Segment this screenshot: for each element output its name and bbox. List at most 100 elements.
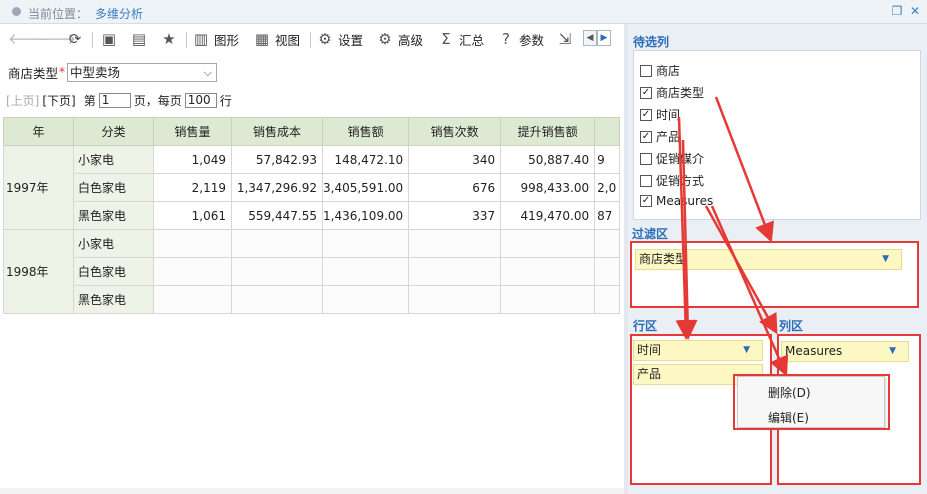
- column-option-time[interactable]: ✓ 时间: [640, 106, 680, 123]
- category-cell: 白色家电: [73, 257, 154, 286]
- table-cell: [594, 229, 621, 258]
- table-cell: 2,0: [594, 173, 621, 202]
- refresh-icon: ⟳: [68, 30, 82, 48]
- column-option-product[interactable]: ✓ 产品: [640, 128, 680, 145]
- breadcrumb-current[interactable]: 多维分析: [95, 5, 143, 22]
- checkbox-checked-icon[interactable]: ✓: [640, 195, 652, 207]
- settings-button[interactable]: ⚙ 设置: [316, 28, 363, 50]
- chart-label: 图形: [214, 32, 240, 48]
- advanced-label: 高级: [398, 32, 424, 48]
- table-cell: [231, 257, 323, 286]
- category-cell: 黑色家电: [73, 285, 154, 314]
- params-button[interactable]: ? 参数: [497, 28, 544, 50]
- settings-label: 设置: [338, 32, 364, 48]
- dropdown-triangle-icon[interactable]: ▼: [882, 250, 889, 269]
- table-cell: [321, 257, 410, 286]
- table-cell: [153, 257, 232, 286]
- column-field-measures[interactable]: Measures ▼: [781, 341, 909, 362]
- sigma-icon: Σ: [441, 30, 451, 48]
- table-row: 黑色家电 1,061 559,447.55 1,436,109.00 337 4…: [4, 201, 621, 230]
- pager: [上页] [下页] 第 1 页，每页 100 行: [6, 92, 232, 109]
- column-option-measures[interactable]: ✓ Measures: [640, 194, 713, 208]
- column-option-label: 促销媒介: [656, 152, 705, 166]
- table-cell: 559,447.55: [231, 201, 323, 230]
- view-icon: ▦: [254, 30, 270, 48]
- more-button[interactable]: ⇲: [556, 28, 578, 50]
- location-dot-icon: [12, 7, 21, 16]
- horizontal-scrollbar[interactable]: [0, 488, 624, 494]
- params-label: 参数: [519, 32, 545, 48]
- column-option-label: 促销方式: [656, 174, 705, 188]
- column-option-promo-media[interactable]: 促销媒介: [640, 150, 704, 167]
- table-row: 1997年 小家电 1,049 57,842.93 148,472.10 340…: [3, 145, 621, 230]
- column-option-promo-type[interactable]: 促销方式: [640, 172, 704, 189]
- restore-icon[interactable]: ❐: [890, 4, 904, 18]
- store-type-select[interactable]: 中型卖场 ⌵: [67, 62, 218, 82]
- arrow-right-icon: 🡒: [36, 30, 77, 48]
- filter-label: 商店类型: [8, 65, 59, 81]
- page-size-input[interactable]: 100: [184, 93, 217, 108]
- checkbox-unchecked-icon[interactable]: [640, 152, 652, 165]
- column-header[interactable]: 销售量: [153, 117, 232, 146]
- summary-button[interactable]: Σ 汇总: [437, 28, 484, 50]
- favorite-button[interactable]: ★: [160, 28, 182, 50]
- table-cell: 2,119: [153, 173, 232, 202]
- checkbox-unchecked-icon[interactable]: [640, 64, 652, 77]
- save-as-button[interactable]: ▤: [130, 28, 152, 50]
- column-header[interactable]: 销售额: [321, 117, 410, 146]
- column-header[interactable]: 销售成本: [231, 117, 323, 146]
- view-button[interactable]: ▦ 视图: [253, 28, 300, 50]
- table-cell: [231, 285, 323, 314]
- column-header[interactable]: 年: [3, 117, 74, 146]
- column-header[interactable]: 提升销售额: [500, 117, 596, 146]
- page-input[interactable]: 1: [98, 93, 131, 108]
- filter-zone-title: 过滤区: [632, 227, 669, 241]
- dropdown-triangle-icon[interactable]: ▼: [889, 342, 896, 361]
- table-cell: 1,436,109.00: [321, 201, 410, 230]
- scroll-right-button[interactable]: ▶: [597, 30, 611, 46]
- required-mark: *: [59, 65, 66, 79]
- table-cell: 57,842.93: [231, 145, 323, 174]
- checkbox-unchecked-icon[interactable]: [640, 174, 652, 187]
- dropdown-triangle-icon[interactable]: ▼: [743, 341, 750, 360]
- chevron-down-icon: ⌵: [203, 65, 213, 79]
- checkbox-checked-icon[interactable]: ✓: [640, 108, 652, 121]
- table-header-row: 年 分类 销售量 销售成本 销售额 销售次数 提升销售额: [3, 117, 621, 146]
- checkbox-checked-icon[interactable]: ✓: [640, 86, 652, 99]
- breadcrumb-bar: 当前位置： 多维分析 ❐ ✕: [0, 0, 927, 24]
- close-icon[interactable]: ✕: [908, 4, 922, 18]
- filter-field-store-type[interactable]: 商店类型 ▼: [635, 249, 902, 270]
- column-header[interactable]: 销售次数: [408, 117, 502, 146]
- column-header[interactable]: 分类: [73, 117, 154, 146]
- advanced-button[interactable]: ⚙ 高级: [376, 28, 423, 50]
- refresh-button[interactable]: ⟳: [66, 28, 88, 50]
- save-button[interactable]: ▣: [100, 28, 122, 50]
- table-cell: 676: [408, 173, 502, 202]
- table-cell: 998,433.00: [500, 173, 596, 202]
- page-suffix: 页，每页: [133, 94, 182, 108]
- table-cell: [321, 285, 410, 314]
- forward-button[interactable]: 🡒: [36, 28, 77, 50]
- column-option-store-type[interactable]: ✓ 商店类型: [640, 84, 704, 101]
- bar-chart-icon: ▥: [193, 30, 209, 48]
- column-option-store[interactable]: 商店: [640, 62, 680, 79]
- table-cell: [408, 285, 502, 314]
- next-page-link[interactable]: [下页]: [42, 92, 75, 109]
- column-header[interactable]: [594, 117, 621, 146]
- row-zone-title: 行区: [633, 319, 658, 333]
- table-cell: 1,061: [153, 201, 232, 230]
- table-row: 白色家电 2,119 1,347,296.92 3,405,591.00 676…: [4, 173, 621, 202]
- chart-button[interactable]: ▥ 图形: [192, 28, 239, 50]
- back-button[interactable]: 🡐: [8, 28, 49, 50]
- table-cell: 87: [594, 201, 621, 230]
- summary-label: 汇总: [459, 32, 485, 48]
- year-cell: 1998年: [3, 229, 74, 314]
- year-cell: 1997年: [3, 145, 74, 230]
- pivot-table: 年 分类 销售量 销售成本 销售额 销售次数 提升销售额 1997年 小家电 1…: [3, 117, 621, 314]
- table-cell: 9: [594, 145, 621, 174]
- scroll-left-button[interactable]: ◀: [583, 30, 597, 46]
- arrow-left-icon: 🡐: [8, 30, 49, 48]
- checkbox-checked-icon[interactable]: ✓: [640, 130, 652, 143]
- prev-page-link[interactable]: [上页]: [6, 92, 39, 109]
- row-field-time[interactable]: 时间 ▼: [633, 340, 763, 361]
